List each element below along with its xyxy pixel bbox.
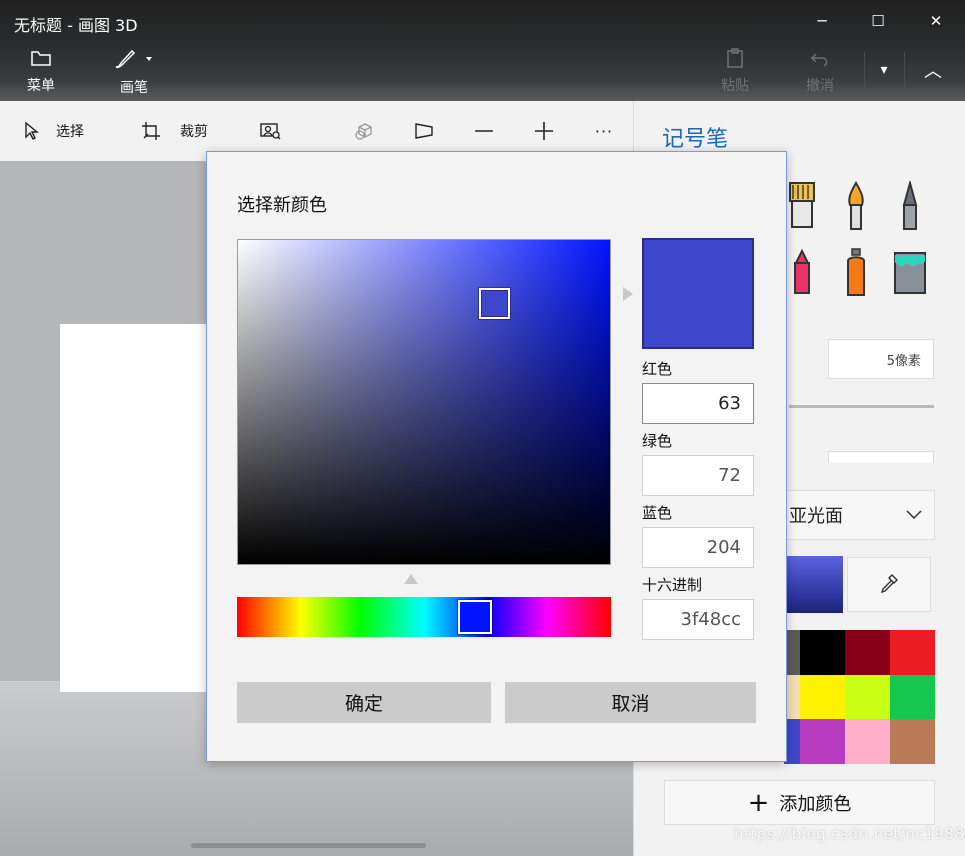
undo-icon — [809, 48, 831, 72]
undo-button[interactable]: 撤消 — [806, 48, 834, 95]
menu-button[interactable]: 菜单 — [27, 48, 55, 95]
palette-swatch[interactable] — [800, 630, 845, 675]
arrow-right-icon — [623, 287, 633, 301]
color-palette — [784, 630, 935, 764]
finish-dropdown[interactable]: 亚光面 — [784, 490, 935, 540]
brush-icon — [112, 48, 156, 74]
ribbon-divider — [904, 52, 905, 92]
palette-swatch[interactable] — [890, 675, 935, 719]
palette-swatch[interactable] — [800, 675, 845, 719]
palette-swatch[interactable] — [890, 630, 935, 675]
magic-select-icon[interactable] — [258, 120, 282, 142]
ok-button[interactable]: 确定 — [237, 682, 491, 723]
oil-brush-icon[interactable] — [838, 181, 874, 233]
minimize-button[interactable]: ─ — [797, 0, 847, 42]
green-label: 绿色 — [642, 432, 673, 450]
undo-label: 撤消 — [806, 78, 834, 94]
zoom-out-icon[interactable] — [472, 120, 496, 142]
select-label: 选择 — [56, 124, 84, 140]
paste-button[interactable]: 粘贴 — [721, 48, 749, 95]
current-color-swatch[interactable] — [784, 556, 843, 613]
more-tools-button[interactable]: ··· — [592, 120, 616, 142]
saturation-value-handle[interactable] — [479, 288, 510, 319]
color-preview — [642, 238, 754, 349]
maximize-button[interactable]: ☐ — [853, 0, 903, 42]
thickness-field[interactable]: 5像素 — [828, 339, 934, 379]
plus-icon: + — [747, 787, 770, 818]
palette-swatch[interactable] — [845, 719, 890, 764]
hex-input[interactable]: 3f48cc — [642, 599, 754, 640]
panel-title: 记号笔 — [662, 127, 729, 152]
blue-label: 蓝色 — [642, 504, 673, 522]
hex-label: 十六进制 — [642, 576, 703, 594]
zoom-in-icon[interactable] — [532, 120, 556, 142]
add-color-label: 添加颜色 — [779, 793, 852, 815]
palette-swatch[interactable] — [845, 630, 890, 675]
crayon-icon[interactable] — [784, 247, 820, 299]
hue-slider[interactable] — [237, 597, 611, 637]
crop-label: 裁剪 — [180, 124, 208, 140]
saturation-value-picker[interactable] — [237, 239, 611, 565]
fill-bucket-icon[interactable] — [892, 247, 928, 299]
dialog-title: 选择新颜色 — [237, 195, 327, 216]
palette-swatch[interactable] — [890, 719, 935, 764]
3d-object-icon[interactable] — [352, 120, 376, 142]
horizontal-scrollbar[interactable] — [191, 843, 426, 848]
flip-icon[interactable] — [412, 120, 436, 142]
collapse-ribbon-button[interactable]: ︿ — [909, 50, 957, 90]
brush-button[interactable]: 画笔 — [112, 48, 156, 97]
clipboard-icon — [724, 48, 746, 72]
drawing-canvas[interactable] — [60, 324, 230, 692]
more-dropdown-button[interactable]: ▾ — [860, 50, 908, 90]
color-picker-dialog: 选择新颜色 红色 63 绿色 72 蓝色 204 十六进制 3f48cc 确定 … — [206, 151, 787, 762]
close-button[interactable]: ✕ — [911, 0, 961, 42]
select-tool[interactable]: 选择 — [20, 120, 84, 142]
hue-marker-icon — [404, 574, 418, 584]
palette-swatch[interactable] — [845, 675, 890, 719]
opacity-field[interactable] — [828, 451, 934, 463]
crop-tool[interactable]: 裁剪 — [140, 120, 208, 142]
red-label: 红色 — [642, 360, 673, 378]
eyedropper-button[interactable] — [847, 557, 931, 612]
watermark-text: https://blog.csdn.net/nc1988210 — [734, 825, 965, 843]
cursor-icon — [20, 120, 42, 142]
add-color-button[interactable]: + 添加颜色 — [664, 780, 935, 825]
green-input[interactable]: 72 — [642, 455, 754, 496]
window-title: 无标题 - 画图 3D — [14, 16, 138, 35]
opacity-slider[interactable] — [789, 405, 934, 408]
red-input[interactable]: 63 — [642, 383, 754, 424]
blue-input[interactable]: 204 — [642, 527, 754, 568]
eyedropper-icon — [878, 572, 900, 598]
calligraphy-pen-icon[interactable] — [784, 181, 820, 233]
crop-icon — [140, 120, 162, 142]
menu-label: 菜单 — [27, 78, 55, 94]
hue-slider-handle[interactable] — [458, 600, 492, 634]
pencil-icon[interactable] — [892, 179, 928, 233]
brush-label: 画笔 — [120, 80, 148, 96]
cancel-button[interactable]: 取消 — [505, 682, 756, 723]
finish-value: 亚光面 — [789, 506, 843, 527]
folder-icon — [30, 48, 52, 72]
spray-can-icon[interactable] — [838, 247, 874, 299]
title-bar: 无标题 - 画图 3D ─ ☐ ✕ 菜单 画笔 粘贴 撤消 ▾ ︿ — [0, 0, 965, 101]
palette-swatch[interactable] — [800, 719, 845, 764]
chevron-down-icon — [906, 505, 922, 524]
paste-label: 粘贴 — [721, 78, 749, 94]
